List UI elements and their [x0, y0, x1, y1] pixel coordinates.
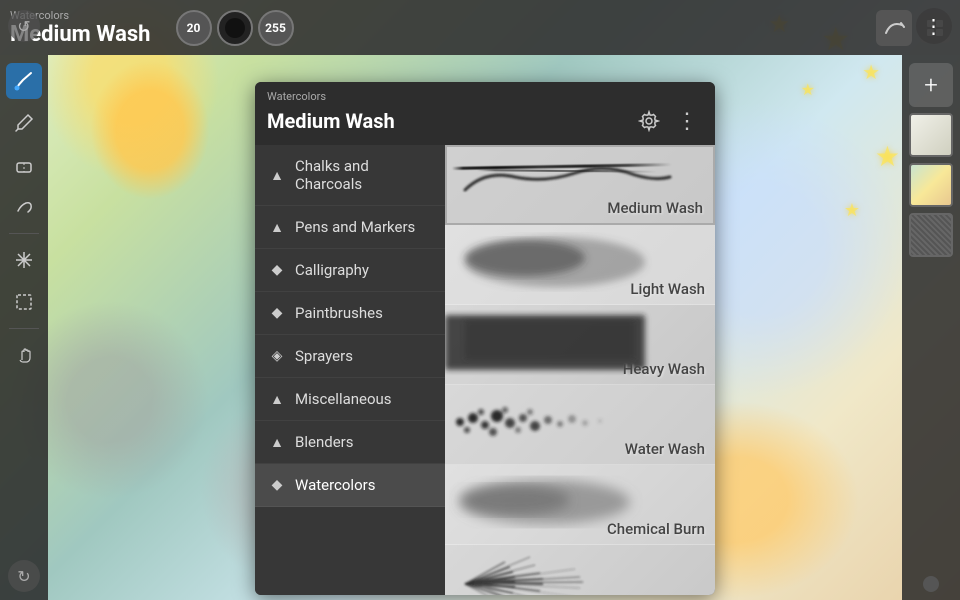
- layer-thumb-colored[interactable]: [909, 163, 953, 207]
- panel-title: Medium Wash: [267, 109, 395, 133]
- texture-thumb[interactable]: [909, 213, 953, 257]
- star-decoration: ★: [801, 80, 815, 99]
- category-item-paintbrushes[interactable]: ◆ Paintbrushes: [255, 292, 445, 335]
- sprayers-label: Sprayers: [295, 347, 353, 365]
- left-sidebar: [0, 55, 48, 600]
- tool-transform[interactable]: [6, 242, 42, 278]
- undo-button[interactable]: ↺: [8, 10, 40, 42]
- brush-panel: Watercolors Medium Wash ⋮ ▲ Chalks: [255, 82, 715, 595]
- brush-list: Medium Wash Light Wash: [445, 145, 715, 595]
- miscellaneous-label: Miscellaneous: [295, 390, 392, 408]
- chalks-label: Chalks and Charcoals: [295, 157, 431, 193]
- blenders-label: Blenders: [295, 433, 353, 451]
- star-decoration: ★: [875, 140, 900, 173]
- toolbar-controls: 20 255: [176, 10, 294, 46]
- category-item-chalks[interactable]: ▲ Chalks and Charcoals: [255, 145, 445, 206]
- panel-more-icon: ⋮: [676, 109, 698, 134]
- brush-item-light-wash[interactable]: Light Wash: [445, 225, 715, 305]
- more-menu-button[interactable]: ⋮: [916, 8, 952, 44]
- undo-icon: ↺: [17, 17, 30, 36]
- category-item-blenders[interactable]: ▲ Blenders: [255, 421, 445, 464]
- panel-more-button[interactable]: ⋮: [671, 105, 703, 137]
- category-list: ▲ Chalks and Charcoals ▲ Pens and Marker…: [255, 145, 445, 595]
- layer-indicator: [923, 576, 939, 592]
- sidebar-divider-2: [9, 328, 39, 329]
- right-sidebar: +: [902, 55, 960, 600]
- chalks-icon: ▲: [269, 167, 285, 184]
- calligraphy-icon: ◆: [269, 262, 285, 278]
- medium-wash-label: Medium Wash: [607, 199, 703, 217]
- more-menu-icon: ⋮: [924, 14, 945, 38]
- brush-item-dry-fan[interactable]: Dry Fan: [445, 545, 715, 595]
- panel-body: ▲ Chalks and Charcoals ▲ Pens and Marker…: [255, 145, 715, 595]
- paintbrushes-label: Paintbrushes: [295, 304, 383, 322]
- water-wash-label: Water Wash: [625, 440, 705, 458]
- brush-item-chemical-burn[interactable]: Chemical Burn: [445, 465, 715, 545]
- tool-hand[interactable]: [6, 337, 42, 373]
- sprayers-icon: ◈: [269, 348, 285, 364]
- pens-icon: ▲: [269, 219, 285, 236]
- watercolors-label: Watercolors: [295, 476, 375, 494]
- sidebar-divider-1: [9, 233, 39, 234]
- miscellaneous-icon: ▲: [269, 391, 285, 408]
- tool-brush[interactable]: [6, 63, 42, 99]
- category-item-watercolors[interactable]: ◆ Watercolors: [255, 464, 445, 507]
- star-decoration: ★: [862, 60, 880, 84]
- heavy-wash-label: Heavy Wash: [623, 360, 705, 378]
- tool-smudge[interactable]: [6, 189, 42, 225]
- category-item-miscellaneous[interactable]: ▲ Miscellaneous: [255, 378, 445, 421]
- brush-item-medium-wash[interactable]: Medium Wash: [445, 145, 715, 225]
- brush-item-heavy-wash[interactable]: Heavy Wash: [445, 305, 715, 385]
- top-toolbar: Watercolors Medium Wash 20 255: [0, 0, 960, 55]
- category-item-calligraphy[interactable]: ◆ Calligraphy: [255, 249, 445, 292]
- value-control[interactable]: 255: [258, 10, 294, 46]
- panel-category-label: Watercolors: [267, 90, 703, 103]
- panel-header: Watercolors Medium Wash ⋮: [255, 82, 715, 145]
- tool-eyedropper[interactable]: [6, 105, 42, 141]
- redo-button[interactable]: ↻: [8, 560, 40, 592]
- size-control[interactable]: 20: [176, 10, 212, 46]
- panel-title-row: Medium Wash ⋮: [267, 105, 703, 137]
- calligraphy-label: Calligraphy: [295, 261, 369, 279]
- tool-eraser[interactable]: [6, 147, 42, 183]
- layer-thumb-white[interactable]: [909, 113, 953, 157]
- light-wash-label: Light Wash: [630, 280, 705, 298]
- opacity-inner: [225, 18, 245, 38]
- paintbrushes-icon: ◆: [269, 305, 285, 321]
- tool-selection[interactable]: [6, 284, 42, 320]
- chemical-burn-label: Chemical Burn: [607, 520, 705, 538]
- panel-actions: ⋮: [633, 105, 703, 137]
- category-item-sprayers[interactable]: ◈ Sprayers: [255, 335, 445, 378]
- watercolors-icon: ◆: [269, 477, 285, 493]
- star-decoration: ★: [844, 200, 860, 221]
- redo-icon: ↻: [17, 567, 30, 586]
- add-layer-button[interactable]: +: [909, 63, 953, 107]
- panel-settings-button[interactable]: [633, 105, 665, 137]
- pens-label: Pens and Markers: [295, 218, 415, 236]
- blenders-icon: ▲: [269, 434, 285, 451]
- opacity-control[interactable]: [217, 10, 253, 46]
- category-item-pens[interactable]: ▲ Pens and Markers: [255, 206, 445, 249]
- curve-icon-btn[interactable]: [876, 10, 912, 46]
- brush-item-water-wash[interactable]: Water Wash: [445, 385, 715, 465]
